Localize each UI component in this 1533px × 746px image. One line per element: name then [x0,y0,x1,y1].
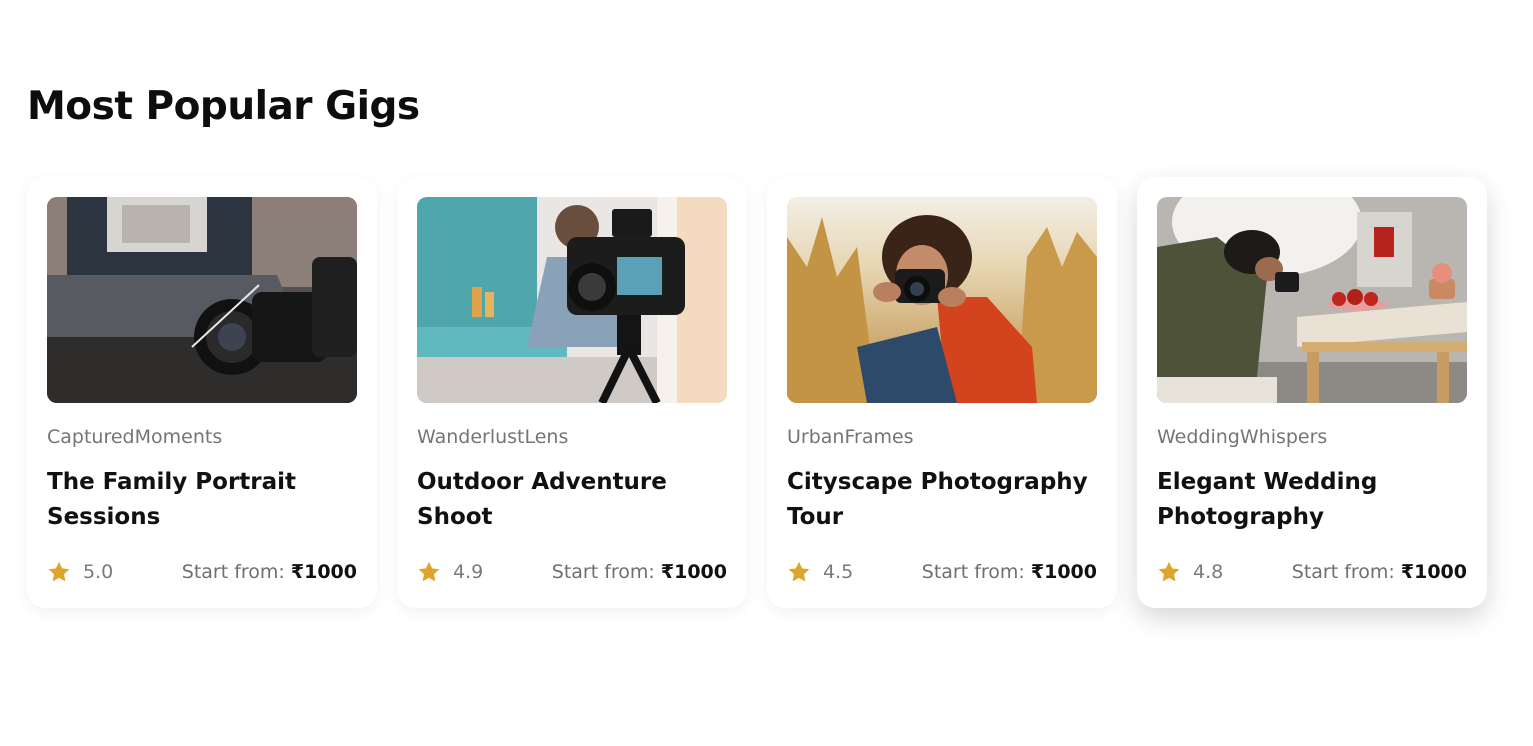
price: Start from: ₹1000 [922,561,1097,583]
gig-title[interactable]: Outdoor Adventure Shoot [417,465,727,535]
rating: 4.9 [417,560,483,584]
price-label: Start from: [1291,561,1395,583]
price-label: Start from: [921,561,1025,583]
rating-value: 4.9 [453,561,484,583]
rating: 4.8 [1157,560,1223,584]
gig-image[interactable] [787,197,1097,403]
gig-meta: 4.8 Start from: ₹1000 [1157,560,1467,584]
rating: 5.0 [47,560,113,584]
gig-card[interactable]: CapturedMoments The Family Portrait Sess… [27,177,377,608]
price: Start from: ₹1000 [552,561,727,583]
rating-value: 5.0 [83,561,114,583]
camera-on-tripod-studio-photo [417,197,727,403]
gig-image[interactable] [417,197,727,403]
price-value: ₹1000 [1400,561,1467,583]
price: Start from: ₹1000 [182,561,357,583]
seller-name[interactable]: UrbanFrames [787,426,1097,448]
star-icon [418,561,440,582]
price-value: ₹1000 [660,561,727,583]
gig-card[interactable]: UrbanFrames Cityscape Photography Tour 4… [767,177,1117,608]
seller-name[interactable]: WanderlustLens [417,426,727,448]
rating-value: 4.8 [1193,561,1224,583]
price: Start from: ₹1000 [1292,561,1467,583]
gig-meta: 4.5 Start from: ₹1000 [787,560,1097,584]
price-value: ₹1000 [1030,561,1097,583]
star-icon [48,561,70,582]
seller-name[interactable]: WeddingWhispers [1157,426,1467,448]
price-label: Start from: [181,561,285,583]
gig-card[interactable]: WeddingWhispers Elegant Wedding Photogra… [1137,177,1487,608]
gig-image[interactable] [47,197,357,403]
gig-cards: CapturedMoments The Family Portrait Sess… [27,177,1487,608]
seller-name[interactable]: CapturedMoments [47,426,357,448]
page: Most Popular Gigs CapturedMoments The Fa… [0,0,1533,746]
gig-title[interactable]: Elegant Wedding Photography [1157,465,1467,535]
rating-value: 4.5 [823,561,854,583]
gig-meta: 5.0 Start from: ₹1000 [47,560,357,584]
section-title: Most Popular Gigs [27,84,420,129]
gig-image[interactable] [1157,197,1467,403]
photographer-shooting-table-setup-photo [1157,197,1467,403]
star-icon [1158,561,1180,582]
price-label: Start from: [551,561,655,583]
gig-card[interactable]: WanderlustLens Outdoor Adventure Shoot 4… [397,177,747,608]
gig-title[interactable]: The Family Portrait Sessions [47,465,357,535]
price-value: ₹1000 [290,561,357,583]
rating: 4.5 [787,560,853,584]
photographer-in-wheat-field-photo [787,197,1097,403]
gig-title[interactable]: Cityscape Photography Tour [787,465,1097,535]
camera-lens-on-laptop-photo [47,197,357,403]
star-icon [788,561,810,582]
gig-meta: 4.9 Start from: ₹1000 [417,560,727,584]
